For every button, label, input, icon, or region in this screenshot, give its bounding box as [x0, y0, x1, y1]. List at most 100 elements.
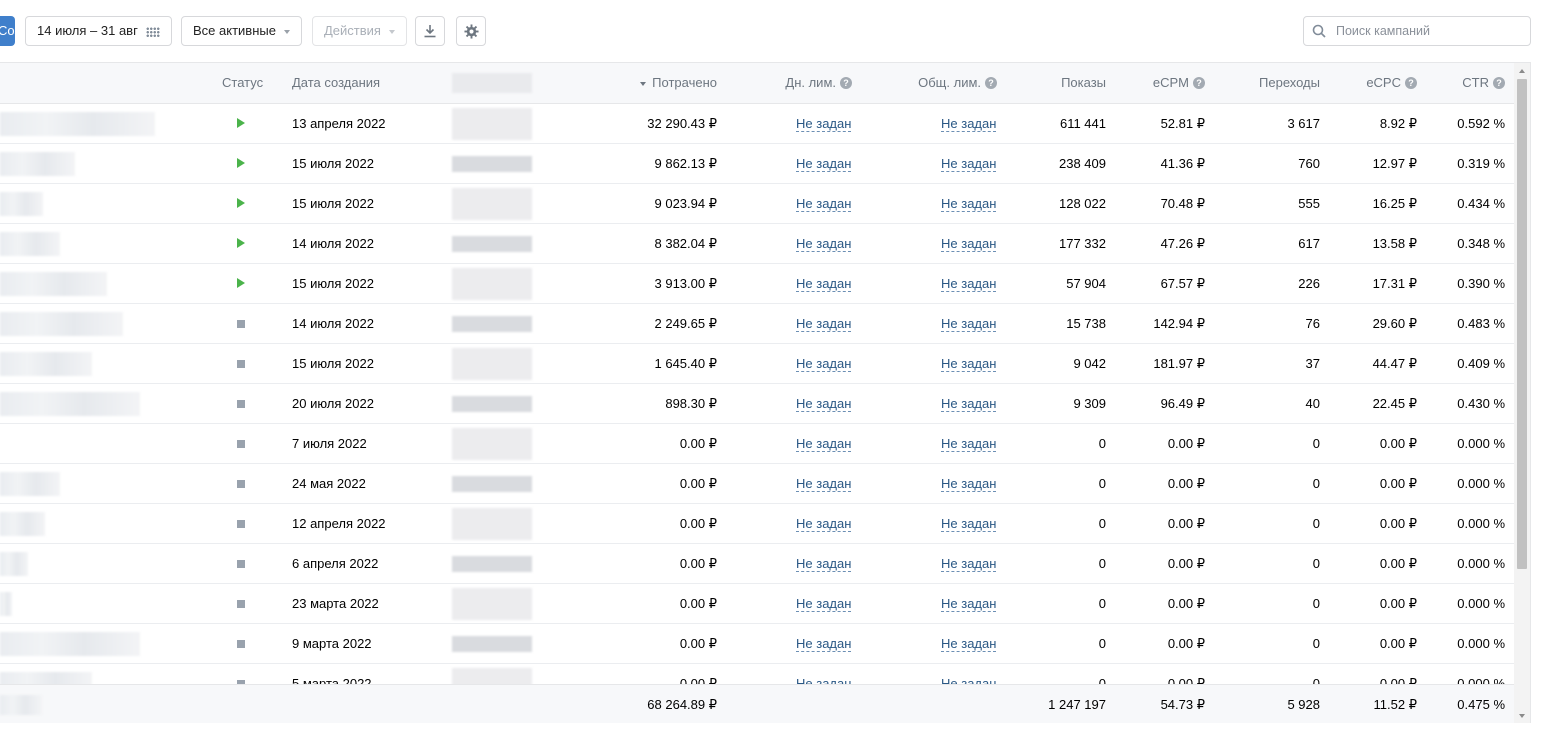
day-limit-link[interactable]: Не задан	[796, 597, 852, 612]
column-impressions[interactable]: Показы	[1010, 63, 1106, 103]
total-limit-link[interactable]: Не задан	[941, 317, 997, 332]
cell-total-limit[interactable]: Не задан	[941, 344, 997, 383]
cell-day-limit[interactable]: Не задан	[796, 664, 851, 685]
day-limit-link[interactable]: Не задан	[796, 157, 852, 172]
day-limit-link[interactable]: Не задан	[796, 557, 852, 572]
table-row[interactable]: 15 июля 2022 3 913.00 ₽ Не задан Не задан 57…	[0, 264, 1514, 304]
hidden-campaign-name[interactable]	[0, 672, 92, 684]
table-row[interactable]: 5 марта 2022 0.00 ₽ Не задан Не задан 0 0.00 …	[0, 664, 1514, 684]
day-limit-link[interactable]: Не задан	[796, 237, 852, 252]
column-day-limit[interactable]: Дн. лим.?	[740, 63, 852, 103]
day-limit-link[interactable]: Не задан	[796, 317, 852, 332]
cell-total-limit[interactable]: Не задан	[941, 304, 997, 343]
hidden-campaign-name[interactable]	[0, 392, 140, 416]
hidden-campaign-name[interactable]	[0, 632, 140, 656]
hidden-campaign-name[interactable]	[0, 192, 43, 216]
stop-icon[interactable]	[237, 520, 245, 528]
help-icon[interactable]: ?	[1193, 77, 1205, 89]
play-icon[interactable]	[237, 238, 245, 248]
day-limit-link[interactable]: Не задан	[796, 677, 851, 685]
total-limit-link[interactable]: Не задан	[941, 157, 997, 172]
stop-icon[interactable]	[237, 400, 245, 408]
cell-total-limit[interactable]: Не задан	[941, 464, 997, 503]
help-icon[interactable]: ?	[1493, 77, 1505, 89]
scroll-thumb[interactable]	[1517, 79, 1527, 569]
total-limit-link[interactable]: Не задан	[941, 597, 997, 612]
scroll-up-icon[interactable]	[1519, 69, 1525, 73]
column-created[interactable]: Дата создания	[292, 63, 380, 103]
table-row[interactable]: 7 июля 2022 0.00 ₽ Не задан Не задан 0 0.00 ₽…	[0, 424, 1514, 464]
date-range-picker[interactable]: 14 июля – 31 авг	[25, 16, 172, 46]
column-status[interactable]: Статус	[222, 63, 263, 103]
cell-day-limit[interactable]: Не задан	[796, 144, 852, 183]
total-limit-link[interactable]: Не задан	[941, 197, 997, 212]
total-limit-link[interactable]: Не задан	[941, 517, 997, 532]
cell-day-limit[interactable]: Не задан	[796, 344, 852, 383]
cell-day-limit[interactable]: Не задан	[796, 464, 852, 503]
day-limit-link[interactable]: Не задан	[796, 197, 852, 212]
hidden-campaign-name[interactable]	[0, 512, 45, 536]
hidden-campaign-name[interactable]	[0, 312, 123, 336]
table-row[interactable]: 13 апреля 2022 32 290.43 ₽ Не задан Не зада…	[0, 104, 1514, 144]
table-row[interactable]: 14 июля 2022 8 382.04 ₽ Не задан Не задан 17…	[0, 224, 1514, 264]
cell-day-limit[interactable]: Не задан	[796, 224, 852, 263]
create-campaign-button[interactable]: Создать	[0, 16, 15, 46]
table-row[interactable]: 15 июля 2022 1 645.40 ₽ Не задан Не задан 9 …	[0, 344, 1514, 384]
hidden-campaign-name[interactable]	[0, 472, 60, 496]
total-limit-link[interactable]: Не задан	[941, 677, 996, 685]
day-limit-link[interactable]: Не задан	[796, 397, 852, 412]
stop-icon[interactable]	[237, 360, 245, 368]
cell-day-limit[interactable]: Не задан	[796, 424, 852, 463]
cell-total-limit[interactable]: Не задан	[941, 544, 997, 583]
help-icon[interactable]: ?	[840, 77, 852, 89]
actions-dropdown[interactable]: Действия	[312, 16, 407, 46]
stop-icon[interactable]	[237, 640, 245, 648]
day-limit-link[interactable]: Не задан	[796, 277, 852, 292]
table-row[interactable]: 12 апреля 2022 0.00 ₽ Не задан Не задан 0 0.0…	[0, 504, 1514, 544]
total-limit-link[interactable]: Не задан	[941, 437, 997, 452]
total-limit-link[interactable]: Не задан	[941, 357, 997, 372]
hidden-campaign-name[interactable]	[0, 152, 75, 176]
hidden-campaign-name[interactable]	[0, 272, 107, 296]
cell-day-limit[interactable]: Не задан	[796, 184, 852, 223]
total-limit-link[interactable]: Не задан	[941, 117, 997, 132]
play-icon[interactable]	[237, 158, 245, 168]
cell-total-limit[interactable]: Не задан	[941, 424, 997, 463]
column-clicks[interactable]: Переходы	[1220, 63, 1320, 103]
stop-icon[interactable]	[237, 560, 245, 568]
cell-total-limit[interactable]: Не задан	[941, 264, 997, 303]
settings-button[interactable]	[456, 16, 486, 46]
hidden-campaign-name[interactable]	[0, 232, 60, 256]
table-row[interactable]: 15 июля 2022 9 862.13 ₽ Не задан Не задан 23…	[0, 144, 1514, 184]
table-row[interactable]: 20 июля 2022 898.30 ₽ Не задан Не задан 9 30…	[0, 384, 1514, 424]
cell-total-limit[interactable]: Не задан	[941, 144, 997, 183]
play-icon[interactable]	[237, 278, 245, 288]
vertical-scrollbar[interactable]	[1514, 63, 1530, 723]
day-limit-link[interactable]: Не задан	[796, 117, 852, 132]
table-row[interactable]: 15 июля 2022 9 023.94 ₽ Не задан Не задан 12…	[0, 184, 1514, 224]
cell-day-limit[interactable]: Не задан	[796, 504, 852, 543]
cell-total-limit[interactable]: Не задан	[941, 504, 997, 543]
status-filter-dropdown[interactable]: Все активные	[181, 16, 302, 46]
day-limit-link[interactable]: Не задан	[796, 477, 852, 492]
total-limit-link[interactable]: Не задан	[941, 477, 997, 492]
cell-total-limit[interactable]: Не задан	[941, 624, 997, 663]
cell-day-limit[interactable]: Не задан	[796, 584, 852, 623]
hidden-campaign-name[interactable]	[0, 552, 28, 576]
day-limit-link[interactable]: Не задан	[796, 517, 852, 532]
hidden-campaign-name[interactable]	[0, 352, 92, 376]
total-limit-link[interactable]: Не задан	[941, 557, 997, 572]
day-limit-link[interactable]: Не задан	[796, 637, 852, 652]
table-row[interactable]: 23 марта 2022 0.00 ₽ Не задан Не задан 0 0.00…	[0, 584, 1514, 624]
cell-day-limit[interactable]: Не задан	[796, 104, 852, 143]
cell-total-limit[interactable]: Не задан	[941, 184, 997, 223]
day-limit-link[interactable]: Не задан	[796, 357, 852, 372]
cell-day-limit[interactable]: Не задан	[796, 304, 852, 343]
cell-total-limit[interactable]: Не задан	[941, 224, 997, 263]
total-limit-link[interactable]: Не задан	[941, 397, 997, 412]
search-input[interactable]	[1336, 17, 1526, 45]
stop-icon[interactable]	[237, 600, 245, 608]
play-icon[interactable]	[237, 118, 245, 128]
cell-day-limit[interactable]: Не задан	[796, 264, 852, 303]
scroll-down-icon[interactable]	[1519, 714, 1525, 718]
